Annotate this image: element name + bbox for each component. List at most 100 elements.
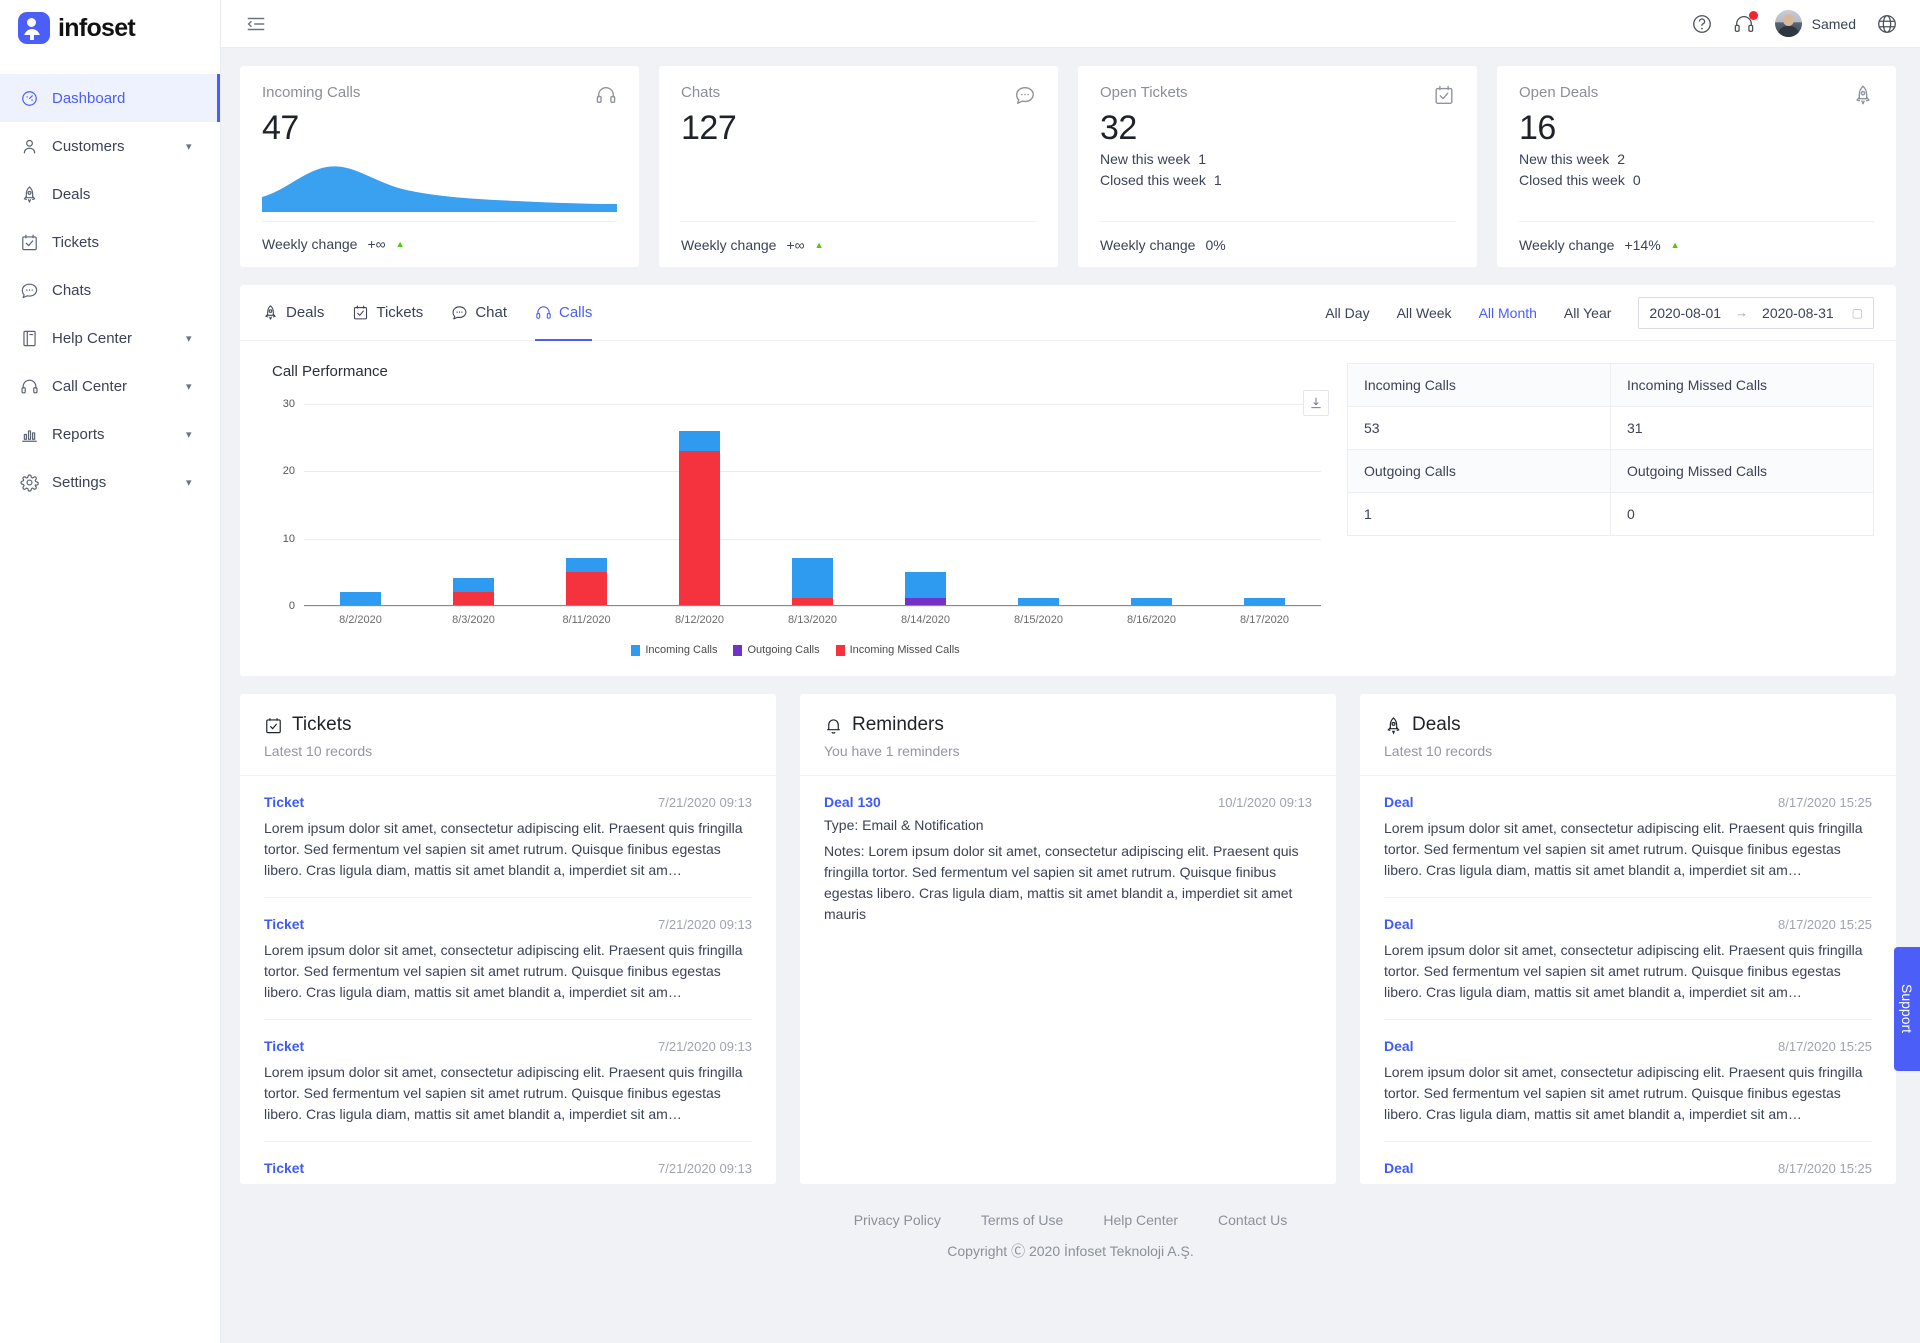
kpi-card-incoming-calls: Incoming Calls 47 Weekly change +∞ ▲ <box>240 66 639 267</box>
kpi-change-label: Weekly change <box>1100 236 1196 253</box>
chart-bar-slot[interactable] <box>304 404 417 605</box>
sidebar-item-tickets[interactable]: Tickets <box>0 218 220 266</box>
tab-calls[interactable]: Calls <box>535 285 593 341</box>
filter-all-day[interactable]: All Day <box>1325 305 1369 321</box>
range-filters: All Day All Week All Month All Year 2020-08… <box>1325 296 1874 329</box>
filter-all-week[interactable]: All Week <box>1397 305 1452 321</box>
table-row: Outgoing Calls Outgoing Missed Calls <box>1348 450 1873 493</box>
brand-logo[interactable]: infoset <box>0 4 220 52</box>
record-link[interactable]: Deal <box>1384 1038 1414 1054</box>
rocket-icon <box>262 304 279 321</box>
deal-record: Deal 8/17/2020 15:25 Lorem ipsum dolor sit… <box>1384 776 1872 898</box>
sidebar-item-label: Chats <box>52 281 92 299</box>
filter-all-year[interactable]: All Year <box>1564 305 1611 321</box>
date-end[interactable]: 2020-08-31 <box>1762 305 1834 321</box>
footer-link-contact-us[interactable]: Contact Us <box>1218 1212 1287 1228</box>
chart-bar-slot[interactable] <box>869 404 982 605</box>
record-header: Ticket 7/21/2020 09:13 <box>264 794 752 810</box>
ticket-record: Ticket 7/21/2020 09:13 Lorem ipsum dolor s… <box>264 1020 752 1142</box>
main-area: Samed Incoming Calls 47 Weekly change +∞ ▲ Ch… <box>221 0 1920 1343</box>
chart-legend: Incoming Calls Outgoing Calls Incoming Mis… <box>262 644 1329 656</box>
user-icon <box>20 137 39 156</box>
chart-bar-slot[interactable] <box>1208 404 1321 605</box>
bell-icon <box>824 716 843 735</box>
ticket-record: Ticket 7/21/2020 09:13 Lorem ipsum dolor s… <box>264 898 752 1020</box>
kpi-change-value: +14% <box>1624 236 1661 253</box>
kpi-subline: Closed this week 1 <box>1100 170 1455 192</box>
kpi-title: Open Deals <box>1519 84 1599 101</box>
bar-segment <box>792 598 833 605</box>
record-link[interactable]: Ticket <box>264 916 304 932</box>
kpi-subline: New this week 2 <box>1519 149 1874 171</box>
chart-bar-slot[interactable] <box>643 404 756 605</box>
sidebar-item-customers[interactable]: Customers ▾ <box>0 122 220 170</box>
legend-item[interactable]: Incoming Calls <box>631 644 717 656</box>
tab-tickets[interactable]: Tickets <box>352 285 423 341</box>
record-link[interactable]: Deal 130 <box>824 794 881 810</box>
chart-bar-slot[interactable] <box>417 404 530 605</box>
panel-tabs: Deals Tickets Chat Calls <box>262 285 593 341</box>
support-tab[interactable]: Support <box>1894 947 1920 1071</box>
sidebar-item-reports[interactable]: Reports ▾ <box>0 410 220 458</box>
record-text: Lorem ipsum dolor sit amet, consectetur … <box>1384 1064 1863 1122</box>
sidebar-item-call-center[interactable]: Call Center ▾ <box>0 362 220 410</box>
notification-badge <box>1748 10 1758 20</box>
sidebar-item-label: Tickets <box>52 233 99 251</box>
headset-icon <box>595 84 617 106</box>
reminder-record: Deal 130 10/1/2020 09:13 Type: Email & Not… <box>824 776 1312 941</box>
record-link[interactable]: Deal <box>1384 794 1414 810</box>
date-range-picker[interactable]: 2020-08-01 → 2020-08-31 ▢ <box>1638 296 1874 329</box>
record-link[interactable]: Ticket <box>264 1160 304 1176</box>
footer-link-help-center[interactable]: Help Center <box>1103 1212 1178 1228</box>
copyright-text: Copyright Ⓒ 2020 İnfoset Teknoloji A.Ş. <box>947 1243 1194 1259</box>
footer-link-terms-of-use[interactable]: Terms of Use <box>981 1212 1063 1228</box>
date-start[interactable]: 2020-08-01 <box>1649 305 1721 321</box>
tab-chat[interactable]: Chat <box>451 285 507 341</box>
tab-deals[interactable]: Deals <box>262 285 324 341</box>
kpi-footer: Weekly change +∞ ▲ <box>681 221 1036 267</box>
headset-icon[interactable] <box>1733 10 1758 35</box>
chart-bar-slot[interactable] <box>530 404 643 605</box>
footer-link-privacy-policy[interactable]: Privacy Policy <box>854 1212 941 1228</box>
record-date: 7/21/2020 09:13 <box>658 1039 752 1054</box>
ticket-icon <box>1433 84 1455 106</box>
chart-bar-slot[interactable] <box>756 404 869 605</box>
table-cell: 1 <box>1348 493 1610 536</box>
record-link[interactable]: Deal <box>1384 1160 1414 1176</box>
chart-bar-slot[interactable] <box>1095 404 1208 605</box>
ticket-record: Ticket 7/21/2020 09:13 <box>264 1142 752 1184</box>
user-menu[interactable]: Samed <box>1774 10 1856 37</box>
chart-x-axis <box>304 605 1321 606</box>
chart-x-label: 8/17/2020 <box>1240 614 1289 626</box>
globe-icon[interactable] <box>1876 13 1898 35</box>
legend-item[interactable]: Incoming Missed Calls <box>835 644 960 656</box>
infoset-logo-icon <box>18 12 50 44</box>
kpi-change-label: Weekly change <box>262 236 358 253</box>
chart-bar-slot[interactable] <box>982 404 1095 605</box>
record-link[interactable]: Deal <box>1384 916 1414 932</box>
legend-label: Incoming Calls <box>645 644 718 656</box>
bar-segment <box>679 430 720 451</box>
record-link[interactable]: Ticket <box>264 794 304 810</box>
sidebar-item-dashboard[interactable]: Dashboard <box>0 74 220 122</box>
reminders-title-text: Reminders <box>852 714 944 735</box>
sidebar-item-settings[interactable]: Settings ▾ <box>0 458 220 506</box>
question-circle-icon[interactable] <box>1691 13 1713 35</box>
sidebar-item-deals[interactable]: Deals <box>0 170 220 218</box>
download-icon[interactable] <box>1303 390 1329 416</box>
legend-item[interactable]: Outgoing Calls <box>733 644 820 656</box>
menu-fold-icon[interactable] <box>245 13 267 35</box>
table-cell: 53 <box>1348 407 1610 450</box>
sidebar-item-label: Customers <box>52 137 125 155</box>
kpi-change-label: Weekly change <box>681 236 777 253</box>
bar-segment <box>905 571 946 599</box>
filter-all-month[interactable]: All Month <box>1479 305 1537 321</box>
sidebar-item-chats[interactable]: Chats <box>0 266 220 314</box>
record-link[interactable]: Ticket <box>264 1038 304 1054</box>
table-header-cell: Incoming Calls <box>1348 364 1610 407</box>
ticket-record: Ticket 7/21/2020 09:13 Lorem ipsum dolor s… <box>264 776 752 898</box>
sidebar-item-help-center[interactable]: Help Center ▾ <box>0 314 220 362</box>
chevron-down-icon: ▾ <box>186 380 192 393</box>
tab-label: Calls <box>559 304 593 321</box>
kpi-value: 127 <box>681 109 737 147</box>
